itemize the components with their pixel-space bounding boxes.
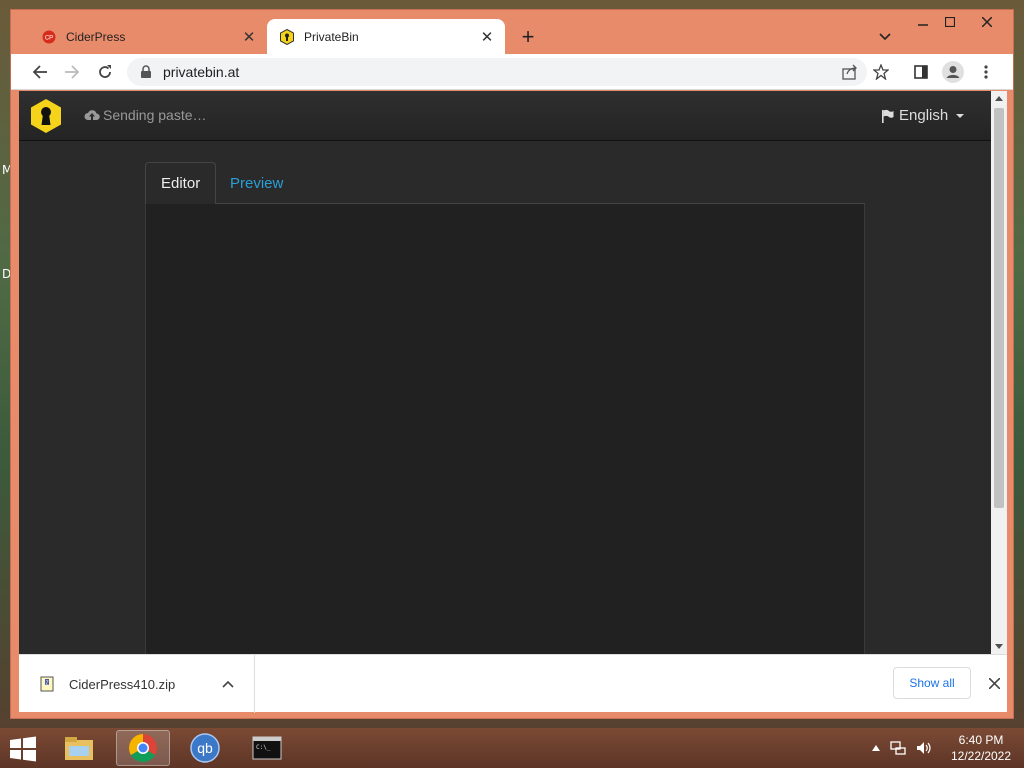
address-bar[interactable]: privatebin.at [127,58,867,86]
language-label: English [899,107,949,124]
qbittorrent-icon[interactable]: qb [178,730,232,766]
page-scrollbar[interactable] [991,91,1007,654]
editor-tabs: Editor Preview [145,162,865,205]
scroll-up-arrow-icon[interactable] [995,96,1003,101]
back-button[interactable] [27,59,53,85]
browser-window: CP CiderPress ✕ PrivateBin ✕ + privatebi… [10,9,1014,719]
scroll-thumb[interactable] [994,108,1004,508]
privatebin-icon [279,28,295,45]
clock-time: 6:40 PM [958,733,1004,747]
download-shelf: Z CiderPress410.zip Show all [19,654,1007,713]
show-all-button[interactable]: Show all [893,667,971,699]
tab-ciderpress[interactable]: CP CiderPress ✕ [29,19,267,54]
close-icon[interactable] [983,672,1005,694]
language-dropdown[interactable]: English [881,107,965,124]
back-arrow-icon [32,65,47,79]
tab-preview[interactable]: Preview [215,162,298,204]
profile-avatar-icon[interactable] [940,59,966,85]
clock-date: 12/22/2022 [950,749,1012,763]
file-explorer-icon[interactable] [52,730,106,766]
status-message: Sending paste… [84,107,207,123]
chevron-up-icon[interactable] [216,672,240,696]
close-icon[interactable]: ✕ [237,25,261,49]
volume-icon[interactable] [916,740,932,756]
download-filename: CiderPress410.zip [69,676,176,692]
bookmark-star-icon[interactable] [868,59,894,85]
download-item[interactable]: Z CiderPress410.zip [19,655,255,713]
system-tray [872,740,932,756]
scroll-down-arrow-icon[interactable] [995,644,1003,649]
command-prompt-icon[interactable]: C:\_ [240,730,294,766]
tab-title: CiderPress [66,29,126,44]
tab-editor[interactable]: Editor [145,162,217,205]
caret-down-icon [956,113,965,118]
windows-start-icon[interactable] [8,734,38,764]
svg-text:CP: CP [45,35,53,41]
browser-toolbar: privatebin.at [11,54,1013,90]
cloud-upload-icon [84,110,100,120]
zip-file-icon: Z [40,676,54,692]
chevron-down-icon[interactable] [874,26,896,48]
ciderpress-icon: CP [41,29,57,45]
page-viewport: Sending paste… English Editor Preview [19,91,991,654]
menu-dots-icon[interactable] [973,59,999,85]
status-text: Sending paste… [103,107,207,123]
svg-text:C:\_: C:\_ [256,744,271,751]
minimize-button[interactable] [908,12,938,32]
close-icon[interactable]: ✕ [475,25,499,49]
side-panel-icon[interactable] [908,59,934,85]
tab-title: PrivateBin [304,29,359,44]
reload-button[interactable] [92,59,118,85]
close-window-button[interactable] [972,12,1002,32]
paste-textarea[interactable] [145,204,865,654]
url-text: privatebin.at [163,64,240,80]
flag-icon [882,109,894,123]
maximize-button[interactable] [935,12,965,32]
forward-arrow-icon [65,65,80,79]
svg-text:Z: Z [45,681,48,687]
lock-icon [141,65,151,78]
tab-privatebin[interactable]: PrivateBin ✕ [267,19,505,54]
show-hidden-icons-icon[interactable] [872,745,880,751]
chrome-icon[interactable] [116,730,170,766]
network-icon[interactable] [890,740,906,756]
share-icon[interactable] [837,59,863,85]
privatebin-logo[interactable] [29,98,63,134]
reload-icon [99,65,111,78]
svg-text:qb: qb [197,740,213,756]
windows-taskbar: qb C:\_ 6:40 PM 12/22/2022 [0,728,1024,768]
new-tab-button[interactable]: + [515,24,541,50]
privatebin-navbar: Sending paste… English [19,91,991,141]
taskbar-clock[interactable]: 6:40 PM 12/22/2022 [944,732,1018,764]
tab-strip: CP CiderPress ✕ PrivateBin ✕ + [11,10,1013,54]
forward-button[interactable] [59,59,85,85]
